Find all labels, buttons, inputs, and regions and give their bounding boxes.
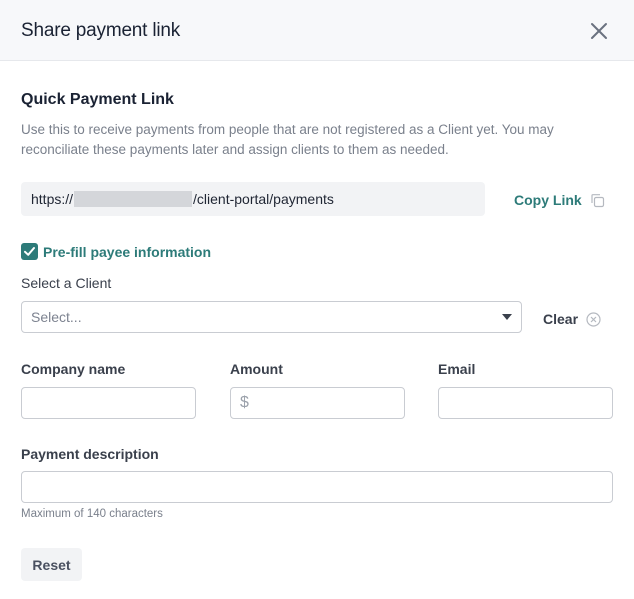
section-title: Quick Payment Link bbox=[21, 91, 174, 108]
clear-label: Clear bbox=[543, 311, 579, 327]
url-suffix: /client-portal/payments bbox=[193, 191, 334, 207]
dialog-title: Share payment link bbox=[21, 20, 181, 41]
payment-description-label: Payment description bbox=[21, 446, 159, 462]
company-name-label: Company name bbox=[21, 361, 126, 377]
url-prefix: https:// bbox=[31, 191, 74, 207]
amount-input[interactable] bbox=[230, 387, 405, 419]
redacted-domain bbox=[74, 191, 193, 207]
section-description: Use this to receive payments from people… bbox=[21, 122, 554, 157]
payment-description-input[interactable] bbox=[21, 471, 613, 503]
close-icon[interactable] bbox=[588, 20, 610, 42]
dialog-header: Share payment link bbox=[0, 0, 634, 61]
clear-circle-icon bbox=[586, 311, 601, 327]
checkmark-icon bbox=[24, 247, 35, 256]
amount-label: Amount bbox=[230, 361, 283, 377]
client-select[interactable]: Select... bbox=[21, 301, 522, 333]
email-label: Email bbox=[438, 361, 476, 377]
client-select-value: Select... bbox=[31, 309, 82, 325]
chevron-down-icon bbox=[502, 314, 512, 320]
clear-button[interactable]: Clear bbox=[543, 311, 601, 327]
reset-button[interactable]: Reset bbox=[21, 548, 82, 581]
prefill-checkbox[interactable] bbox=[21, 243, 38, 260]
description-hint: Maximum of 140 characters bbox=[21, 508, 163, 520]
payment-link-field[interactable]: https:// /client-portal/payments bbox=[21, 182, 485, 216]
copy-link-label: Copy Link bbox=[514, 192, 582, 208]
email-input[interactable] bbox=[438, 387, 613, 419]
select-client-label: Select a Client bbox=[21, 275, 112, 291]
prefill-label: Pre-fill payee information bbox=[43, 243, 212, 260]
company-name-input[interactable] bbox=[21, 387, 196, 419]
dollar-prefix: $ bbox=[240, 394, 249, 411]
copy-icon bbox=[591, 193, 604, 207]
prefill-checkbox-row[interactable]: Pre-fill payee information bbox=[21, 243, 211, 260]
copy-link-button[interactable]: Copy Link bbox=[514, 192, 605, 208]
